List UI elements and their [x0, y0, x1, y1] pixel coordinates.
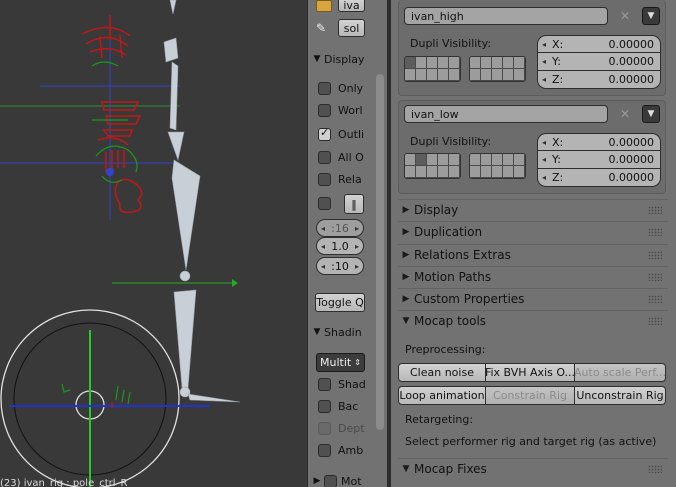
offset-y-field[interactable]: ◂ Y: 0.00000 [537, 53, 661, 71]
display-field-2[interactable]: ◂ 1.0 ▸ [316, 237, 364, 255]
panel-display[interactable]: ▶ Display [398, 199, 668, 220]
panel-mocap-fixes[interactable]: ▼ Mocap Fixes [398, 458, 668, 479]
bone-icon: ✎ [316, 21, 327, 35]
drag-grip-icon[interactable] [648, 206, 662, 214]
dupli-visibility-label: Dupli Visibility: [410, 37, 492, 50]
properties-scrollbar[interactable] [670, 0, 676, 487]
expand-triangle-icon: ▶ [402, 250, 410, 260]
tool-shelf-scrollbar[interactable] [373, 0, 387, 487]
layer-grid-b[interactable] [469, 153, 526, 179]
shading-panel-header[interactable]: ▼ Shadin [310, 321, 372, 343]
depth-checkbox[interactable]: Dept [318, 419, 368, 437]
updown-icon: ⇕ [354, 358, 361, 367]
remove-x-icon[interactable]: ✕ [617, 8, 633, 24]
shading-mode-select[interactable]: Multit ⇕ [316, 353, 365, 372]
retarget-hint-text: Select performer rig and target rig (as … [405, 435, 657, 448]
group-name-field[interactable]: ivan_high [404, 7, 608, 25]
object-data-icon [316, 0, 332, 12]
shadeless-checkbox[interactable]: Shad [318, 375, 368, 393]
viewport-scene [0, 0, 241, 487]
fix-bvh-axis-button[interactable]: Fix BVH Axis O... [486, 363, 575, 382]
display-panel-title: Display [324, 52, 365, 66]
constrain-rig-button[interactable]: Constrain Rig [486, 386, 575, 405]
toggle-quad-button[interactable]: Toggle Q [315, 293, 365, 312]
drag-grip-icon[interactable] [648, 317, 662, 325]
relations-checkbox[interactable]: Rela [318, 170, 368, 188]
expand-triangle-icon: ▶ [402, 294, 410, 304]
offset-y-field[interactable]: ◂ Y: 0.00000 [537, 151, 661, 169]
motion-panel-header[interactable]: ▶ Mot [310, 470, 372, 487]
object-name-button[interactable]: iva [338, 0, 365, 12]
layer-grid-a[interactable] [404, 153, 461, 179]
offset-z-field[interactable]: ◂ Z: 0.00000 [537, 71, 661, 89]
panel-motion-paths[interactable]: ▶ Motion Paths [398, 266, 668, 287]
layer-grid-b[interactable] [469, 56, 526, 82]
remove-x-icon[interactable]: ✕ [617, 106, 633, 122]
drag-grip-icon[interactable] [648, 273, 662, 281]
extra-checkbox[interactable] [318, 194, 340, 212]
expand-triangle-icon: ▶ [402, 227, 410, 237]
unconstrain-rig-button[interactable]: Unconstrain Rig [575, 386, 666, 405]
viewport-status-text: (23) ivan_rig : pole_ctrl_R [0, 478, 128, 487]
display-field-1[interactable]: ◂:16 ▸ [316, 219, 364, 237]
dupli-visibility-label: Dupli Visibility: [410, 135, 492, 148]
world-checkbox[interactable]: Worl [318, 101, 368, 119]
auto-scale-button[interactable]: Auto scale Perf... [575, 363, 666, 382]
scrollbar-thumb[interactable] [376, 74, 384, 430]
body-controls [91, 61, 138, 183]
outline-checkbox[interactable]: Outli [318, 125, 368, 143]
clean-noise-button[interactable]: Clean noise [398, 363, 486, 382]
retargeting-label: Retargeting: [405, 413, 474, 426]
offset-z-field[interactable]: ◂ Z: 0.00000 [537, 169, 661, 187]
motion-panel-title: Mot [341, 474, 362, 487]
drag-grip-icon[interactable] [648, 251, 662, 259]
layer-grid-a[interactable] [404, 56, 461, 82]
drag-grip-icon[interactable] [648, 228, 662, 236]
shading-panel-title: Shadin [324, 325, 362, 339]
display-panel-header[interactable]: ▼ Display [310, 48, 372, 70]
loop-animation-button[interactable]: Loop animation [398, 386, 486, 405]
panel-duplication[interactable]: ▶ Duplication [398, 221, 668, 242]
only-checkbox[interactable]: Only [318, 79, 368, 97]
collapse-triangle-icon: ▼ [402, 316, 410, 326]
group-menu-icon[interactable]: ▼ [642, 105, 660, 123]
panel-relations-extras[interactable]: ▶ Relations Extras [398, 244, 668, 265]
collapse-triangle-icon: ▼ [313, 327, 321, 337]
bone-name-button[interactable]: sol [338, 19, 365, 37]
ambient-checkbox[interactable]: Amb [318, 441, 368, 459]
group-menu-icon[interactable]: ▼ [642, 7, 660, 25]
drag-grip-icon[interactable] [648, 465, 662, 473]
panel-custom-properties[interactable]: ▶ Custom Properties [398, 288, 668, 309]
display-field-3[interactable]: ◂:10 ▸ [316, 257, 364, 275]
all-objects-checkbox[interactable]: All O [318, 148, 368, 166]
drag-grip-icon[interactable] [648, 295, 662, 303]
offset-x-field[interactable]: ◂ X: 0.00000 [537, 35, 661, 53]
backface-checkbox[interactable]: Bac [318, 397, 368, 415]
preprocessing-label: Preprocessing: [405, 343, 486, 356]
armature [163, 0, 241, 403]
columns-icon[interactable]: ‖ [344, 194, 364, 214]
expand-triangle-icon: ▶ [402, 272, 410, 282]
collapse-triangle-icon: ▼ [402, 464, 410, 474]
3d-viewport[interactable]: (23) ivan_rig : pole_ctrl_R [0, 0, 307, 487]
offset-x-field[interactable]: ◂ X: 0.00000 [537, 133, 661, 151]
panel-mocap-tools[interactable]: ▼ Mocap tools [398, 310, 668, 331]
collapse-triangle-icon: ▼ [313, 54, 321, 64]
expand-triangle-icon: ▶ [313, 476, 321, 486]
expand-triangle-icon: ▶ [402, 205, 410, 215]
group-name-field[interactable]: ivan_low [404, 105, 608, 123]
